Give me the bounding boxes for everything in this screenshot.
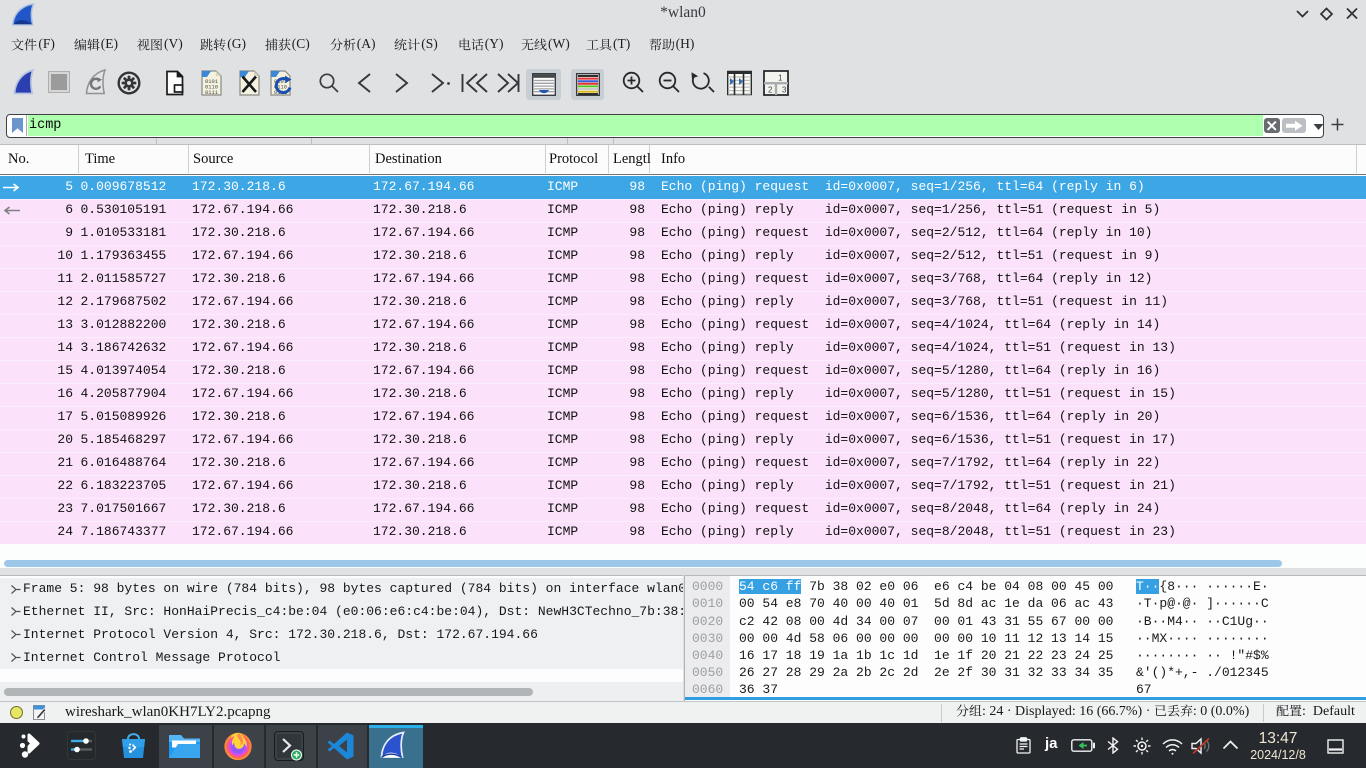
svg-text:3: 3: [782, 86, 787, 95]
svg-text:1: 1: [778, 74, 783, 83]
svg-text:0111: 0111: [205, 90, 218, 96]
svg-text:2: 2: [768, 86, 773, 95]
